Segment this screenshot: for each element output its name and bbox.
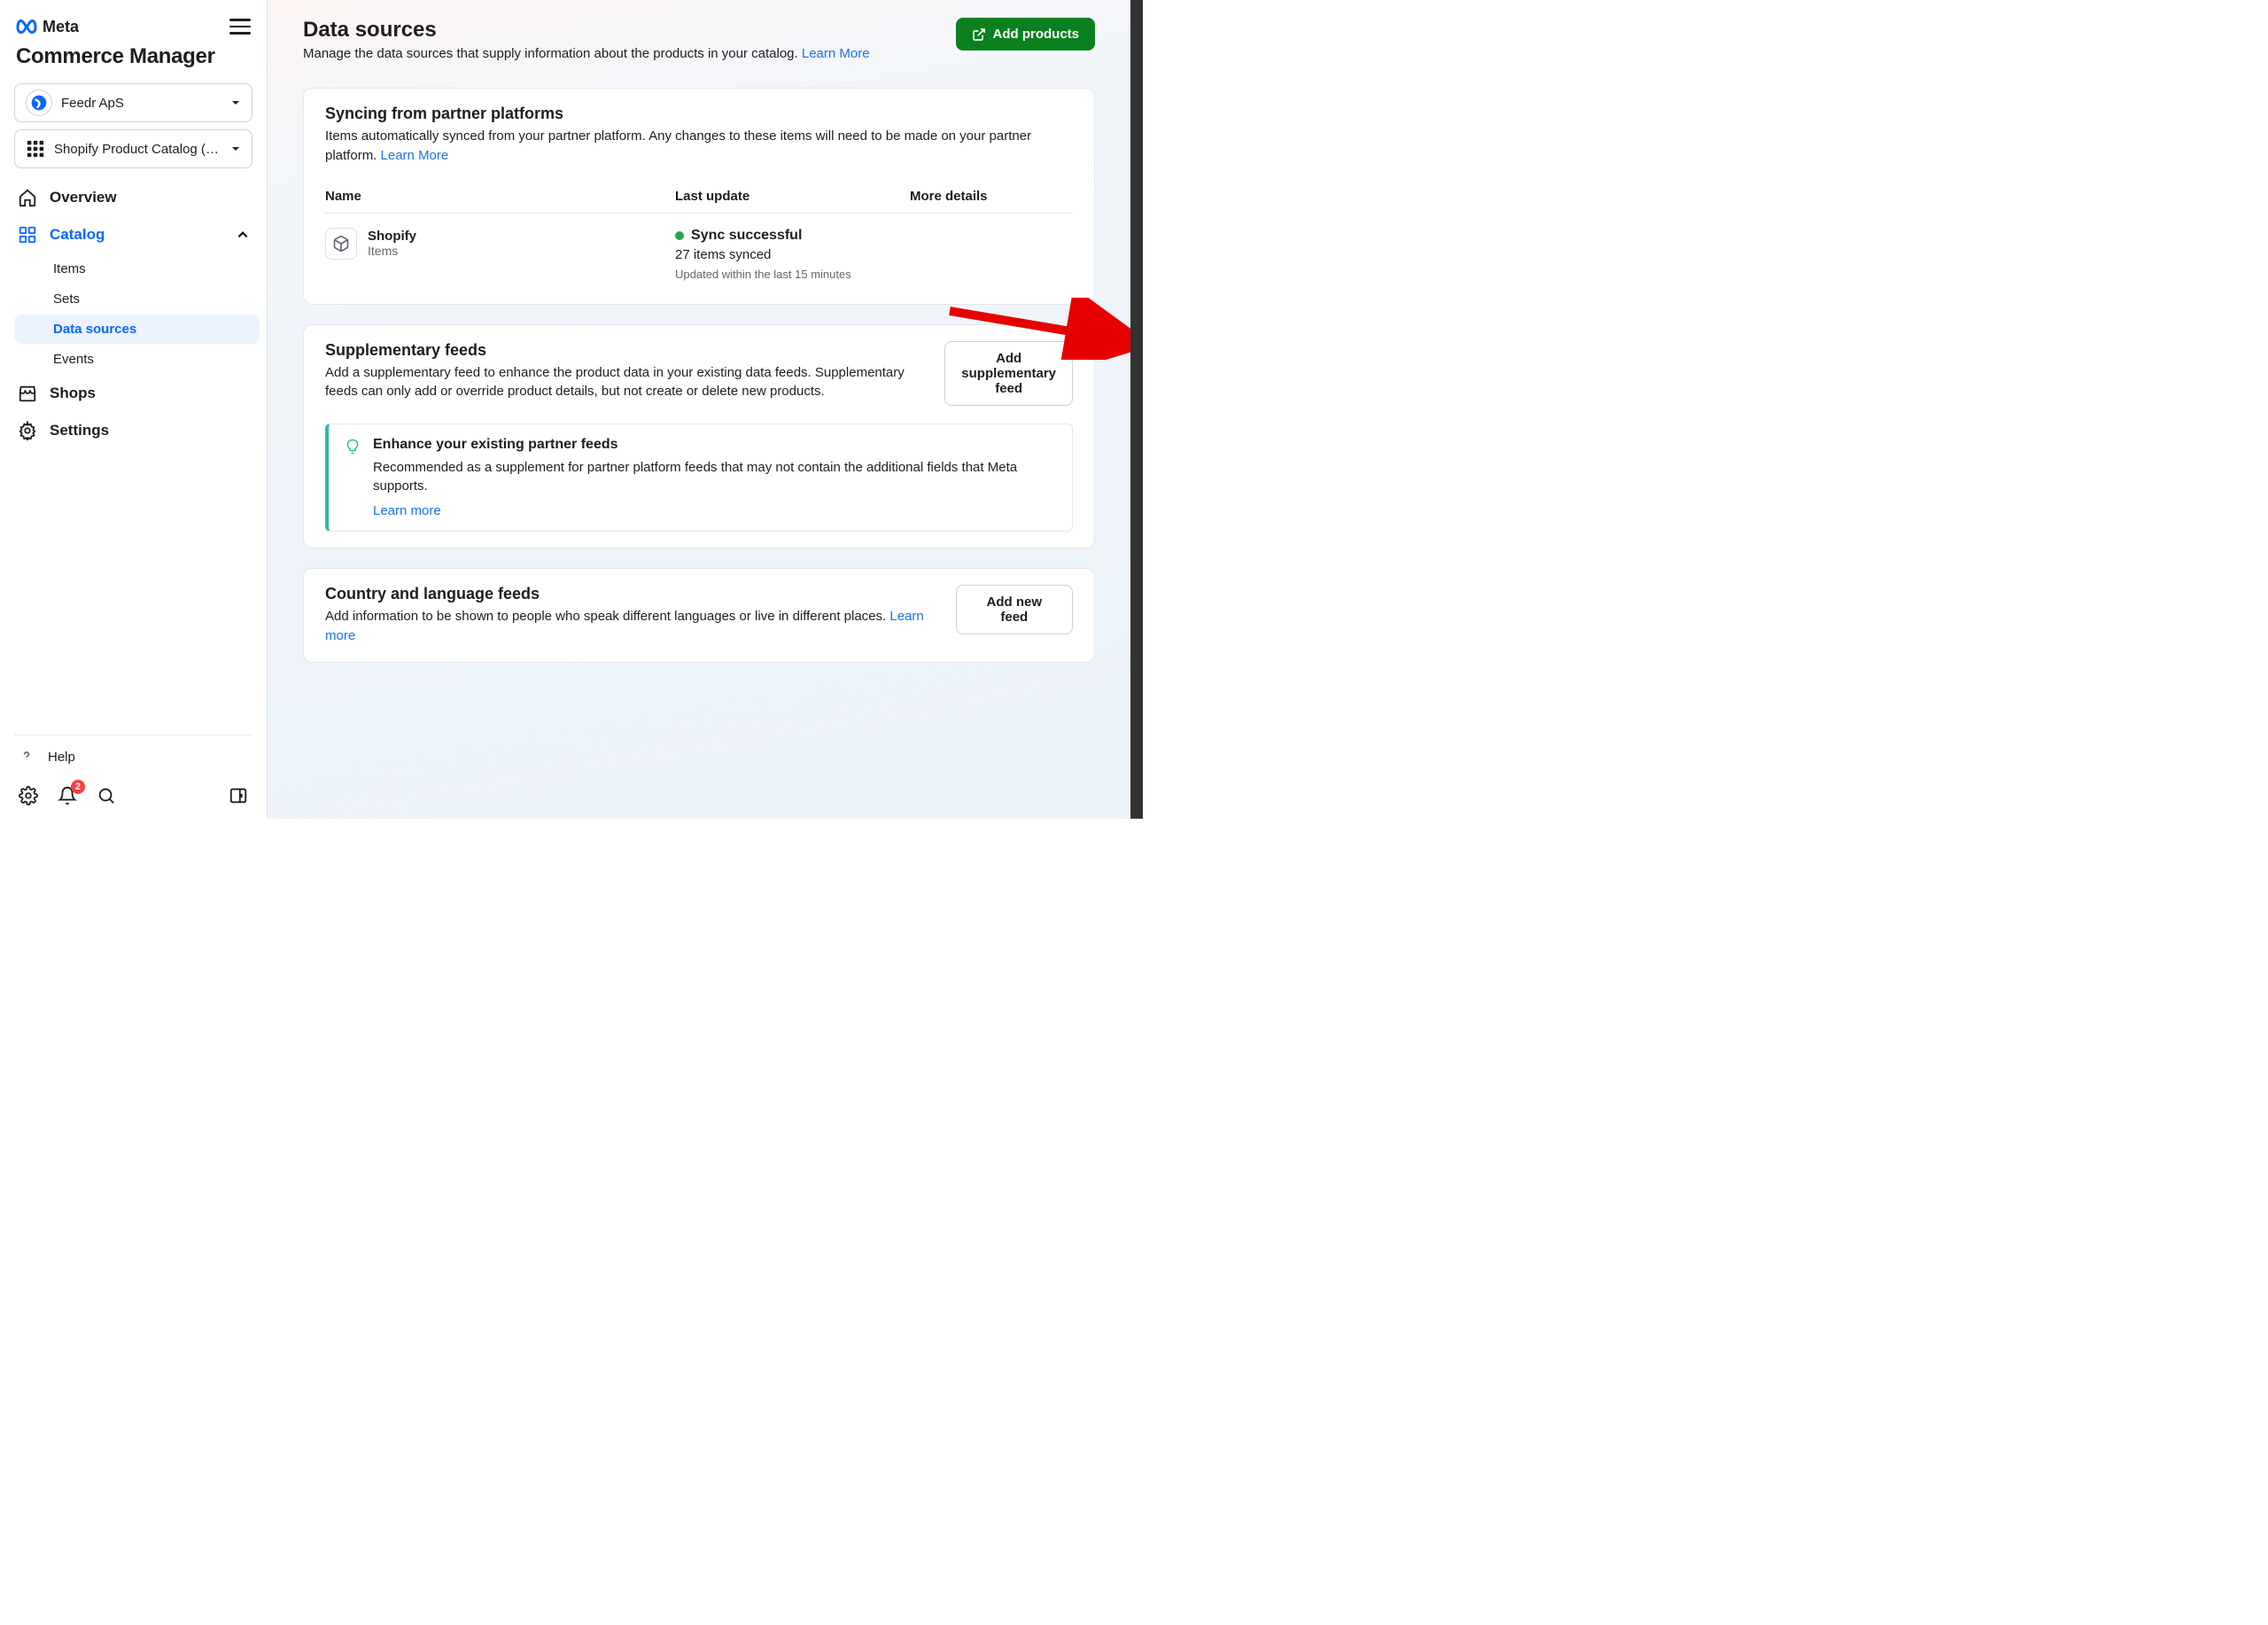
scrollbar[interactable] (1130, 0, 1143, 819)
col-name-header: Name (325, 189, 675, 204)
nav-label: Settings (50, 422, 109, 439)
nav-sub-events[interactable]: Events (43, 345, 260, 374)
lightbulb-icon (345, 439, 361, 519)
learn-more-link[interactable]: Learn more (373, 503, 1056, 518)
nav-sub-sets[interactable]: Sets (43, 284, 260, 314)
brand-text: Meta (43, 18, 79, 36)
account-name: Feedr ApS (61, 96, 124, 111)
nav-catalog[interactable]: Catalog (7, 216, 260, 253)
panel-toggle-icon[interactable] (228, 785, 249, 806)
gear-icon (18, 421, 37, 440)
sync-status: Sync successful (675, 228, 910, 244)
country-language-feeds-card: Country and language feeds Add informati… (303, 568, 1095, 663)
sidebar-footer: Help 2 (14, 735, 252, 819)
main: Data sources Manage the data sources tha… (268, 0, 1130, 819)
shop-icon (18, 384, 37, 403)
card-desc: Items automatically synced from your par… (325, 127, 1073, 166)
account-selector[interactable]: Feedr ApS (14, 83, 252, 122)
col-details-header: More details (910, 189, 1073, 204)
page-subtitle: Manage the data sources that supply info… (303, 46, 870, 61)
nav-overview[interactable]: Overview (7, 179, 260, 216)
info-title: Enhance your existing partner feeds (373, 437, 1056, 453)
source-type: Items (368, 244, 416, 258)
help-label: Help (48, 750, 75, 765)
sync-updated: Updated within the last 15 minutes (675, 268, 910, 281)
nav-label: Catalog (50, 226, 105, 244)
info-box: Enhance your existing partner feeds Reco… (325, 424, 1073, 533)
notifications-icon[interactable]: 2 (57, 785, 78, 806)
learn-more-link[interactable]: Learn More (381, 148, 449, 163)
nav: Overview Catalog Items Sets Data sources… (0, 179, 267, 449)
meta-logo[interactable]: Meta (16, 16, 79, 37)
settings-icon[interactable] (18, 785, 39, 806)
external-link-icon (972, 27, 986, 42)
card-title: Supplementary feeds (325, 341, 927, 360)
nav-settings[interactable]: Settings (7, 412, 260, 449)
sync-count: 27 items synced (675, 247, 910, 262)
catalog-name: Shopify Product Catalog (78... (54, 142, 221, 157)
chevron-down-icon (230, 97, 241, 108)
notification-badge: 2 (71, 780, 85, 794)
catalog-selector[interactable]: Shopify Product Catalog (78... (14, 129, 252, 168)
chevron-down-icon (230, 144, 241, 154)
box-icon (325, 228, 357, 260)
meta-logo-icon (16, 16, 37, 37)
card-title: Syncing from partner platforms (325, 105, 1073, 123)
nav-label: Overview (50, 189, 117, 206)
add-new-feed-button[interactable]: Add new feed (956, 585, 1073, 634)
status-dot-icon (675, 231, 684, 240)
learn-more-link[interactable]: Learn More (802, 46, 870, 61)
card-desc: Add information to be shown to people wh… (325, 607, 938, 646)
partner-platforms-card: Syncing from partner platforms Items aut… (303, 88, 1095, 305)
nav-sub-data-sources[interactable]: Data sources (14, 315, 260, 344)
sidebar: Meta Commerce Manager Feedr ApS Shopify … (0, 0, 268, 819)
chevron-up-icon (237, 229, 249, 241)
nav-label: Shops (50, 385, 96, 402)
page-title: Data sources (303, 18, 870, 43)
catalog-icon (18, 225, 37, 245)
nav-sub-items[interactable]: Items (43, 254, 260, 284)
menu-icon[interactable] (229, 16, 251, 37)
add-products-button[interactable]: Add products (956, 18, 1096, 51)
account-avatar (26, 89, 52, 116)
app-title: Commerce Manager (0, 39, 267, 80)
table-header: Name Last update More details (325, 180, 1073, 214)
help-link[interactable]: Help (14, 735, 252, 778)
card-title: Country and language feeds (325, 585, 938, 603)
source-name: Shopify (368, 229, 416, 244)
help-icon (18, 748, 35, 766)
add-supplementary-feed-button[interactable]: Add supplementary feed (944, 341, 1073, 406)
search-icon[interactable] (96, 785, 117, 806)
table-row[interactable]: Shopify Items Sync successful 27 items s… (325, 214, 1073, 288)
col-update-header: Last update (675, 189, 910, 204)
home-icon (18, 188, 37, 207)
info-desc: Recommended as a supplement for partner … (373, 458, 1056, 497)
supplementary-feeds-card: Supplementary feeds Add a supplementary … (303, 324, 1095, 549)
nav-shops[interactable]: Shops (7, 375, 260, 412)
grid-icon (26, 139, 45, 159)
card-desc: Add a supplementary feed to enhance the … (325, 363, 927, 402)
